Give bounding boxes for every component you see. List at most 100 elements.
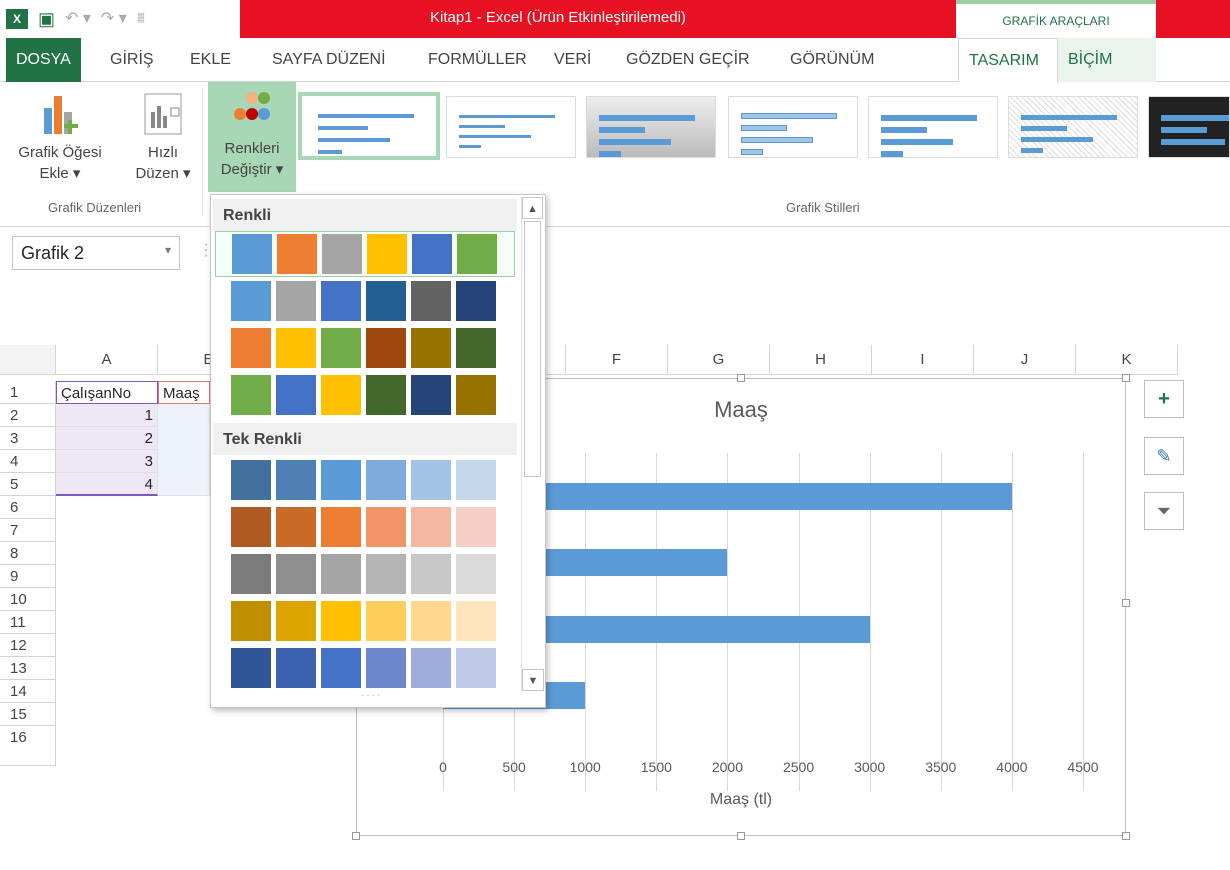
chart-style-4[interactable] <box>728 96 858 158</box>
chart-style-5[interactable] <box>868 96 998 158</box>
color-scheme-option[interactable] <box>215 231 515 277</box>
tab-formulas[interactable]: FORMÜLLER <box>418 38 537 82</box>
color-swatch <box>411 601 451 641</box>
resize-handle[interactable] <box>1122 374 1130 382</box>
color-scheme-option[interactable] <box>215 504 515 550</box>
chevron-down-icon[interactable]: ▾ <box>165 243 171 257</box>
tab-format[interactable]: BİÇİM <box>1058 38 1156 82</box>
style-thumb-bar <box>1021 126 1067 131</box>
add-chart-element-button[interactable]: Grafik Öğesi Ekle ▾ <box>4 86 116 190</box>
tab-insert[interactable]: EKLE <box>180 38 241 82</box>
chart-style-7[interactable] <box>1148 96 1230 158</box>
row-header[interactable]: 12 <box>0 634 56 657</box>
change-colors-label-1: Renkleri <box>224 140 280 157</box>
color-scheme-option[interactable] <box>215 457 515 503</box>
context-tab-label: GRAFİK ARAÇLARI <box>1002 14 1110 28</box>
save-icon[interactable]: ▣ <box>38 10 55 28</box>
resize-handle[interactable] <box>352 832 360 840</box>
chart-style-3[interactable] <box>586 96 716 158</box>
row-header[interactable]: 11 <box>0 611 56 634</box>
chart-filters-button[interactable]: ⏷ <box>1144 492 1184 530</box>
customize-qat-icon[interactable]: ⩩ <box>137 11 146 27</box>
quick-layout-button[interactable]: Hızlı Düzen ▾ <box>126 86 200 190</box>
cell-a1[interactable]: ÇalışanNo <box>56 381 158 404</box>
column-header[interactable]: A <box>56 345 158 375</box>
color-swatch <box>276 375 316 415</box>
row-header[interactable]: 5 <box>0 473 56 496</box>
tab-data[interactable]: VERİ <box>544 38 601 82</box>
dropdown-scrollbar[interactable]: ▲ ▼ <box>521 197 544 691</box>
column-header[interactable]: J <box>974 345 1076 375</box>
row-header[interactable]: 6 <box>0 496 56 519</box>
row-header[interactable]: 8 <box>0 542 56 565</box>
redo-icon[interactable]: ↷ ▾ <box>101 11 127 27</box>
color-swatch <box>457 234 497 274</box>
column-header[interactable]: G <box>668 345 770 375</box>
scroll-up-icon[interactable]: ▲ <box>522 197 543 219</box>
chart-styles-button[interactable]: ✎ <box>1144 437 1184 475</box>
row-header[interactable]: 1 <box>0 381 56 404</box>
row-header[interactable]: 4 <box>0 450 56 473</box>
chart-style-2[interactable] <box>446 96 576 158</box>
resize-handle[interactable] <box>737 832 745 840</box>
row-header[interactable]: 13 <box>0 657 56 680</box>
resize-handle[interactable] <box>1122 832 1130 840</box>
cell-b1[interactable]: Maaş <box>158 381 210 404</box>
tab-review[interactable]: GÖZDEN GEÇİR <box>616 38 760 82</box>
cell-a5[interactable]: 4 <box>56 473 158 496</box>
x-axis-title[interactable]: Maaş (tl) <box>357 791 1125 809</box>
color-swatch <box>231 554 271 594</box>
tab-home[interactable]: GİRİŞ <box>100 38 164 82</box>
color-scheme-option[interactable] <box>215 325 515 371</box>
row-header[interactable]: 15 <box>0 703 56 726</box>
color-swatch <box>322 234 362 274</box>
color-scheme-option[interactable] <box>215 278 515 324</box>
undo-icon[interactable]: ↶ ▾ <box>65 11 91 27</box>
style-thumb-bar <box>1161 127 1207 133</box>
x-tick-label: 3500 <box>925 759 957 775</box>
row-header[interactable]: 10 <box>0 588 56 611</box>
row-header[interactable]: 3 <box>0 427 56 450</box>
resize-handle[interactable] <box>1122 599 1130 607</box>
title-bar: X ▣ ↶ ▾ ↷ ▾ ⩩ Kitap1 - Excel (Ürün Etkin… <box>0 0 1230 38</box>
scroll-thumb[interactable] <box>524 221 541 477</box>
resize-grip-icon[interactable]: ···· <box>361 690 382 701</box>
cell-a2[interactable]: 1 <box>56 404 158 427</box>
column-header[interactable]: K <box>1076 345 1178 375</box>
color-scheme-option[interactable] <box>215 598 515 644</box>
style-thumb-bar <box>881 151 903 157</box>
style-thumb-bar <box>318 138 390 142</box>
chart-style-1[interactable] <box>298 92 440 160</box>
select-all-corner[interactable] <box>0 345 56 375</box>
resize-handle[interactable] <box>737 374 745 382</box>
x-tick-label: 3000 <box>854 759 886 775</box>
column-header[interactable]: H <box>770 345 872 375</box>
gridline <box>1011 453 1013 791</box>
scroll-down-icon[interactable]: ▼ <box>522 669 544 691</box>
color-swatch <box>366 648 406 688</box>
x-tick-label: 4000 <box>996 759 1028 775</box>
cell-a3[interactable]: 2 <box>56 427 158 450</box>
name-box[interactable]: Grafik 2 ▾ <box>12 236 180 270</box>
column-header[interactable]: I <box>872 345 974 375</box>
color-scheme-option[interactable] <box>215 372 515 418</box>
change-colors-button[interactable]: Renkleri Değiştir ▾ <box>208 82 296 192</box>
chart-elements-button[interactable]: + <box>1144 380 1184 418</box>
color-scheme-option[interactable] <box>215 551 515 597</box>
cell-a4[interactable]: 3 <box>56 450 158 473</box>
style-thumb-bar <box>459 125 505 128</box>
row-header[interactable]: 2 <box>0 404 56 427</box>
row-header[interactable]: 7 <box>0 519 56 542</box>
column-header[interactable]: F <box>566 345 668 375</box>
quick-layout-icon <box>144 93 182 135</box>
row-header[interactable]: 14 <box>0 680 56 703</box>
tab-view[interactable]: GÖRÜNÜM <box>780 38 884 82</box>
row-header[interactable]: 9 <box>0 565 56 588</box>
tab-file[interactable]: DOSYA <box>6 38 81 82</box>
tab-design[interactable]: TASARIM <box>958 38 1058 82</box>
color-scheme-option[interactable] <box>215 645 515 691</box>
chart-style-6[interactable] <box>1008 96 1138 158</box>
row-header[interactable]: 16 <box>0 726 56 766</box>
tab-page-layout[interactable]: SAYFA DÜZENİ <box>262 38 396 82</box>
cell-range-b2-b5[interactable] <box>158 404 210 496</box>
